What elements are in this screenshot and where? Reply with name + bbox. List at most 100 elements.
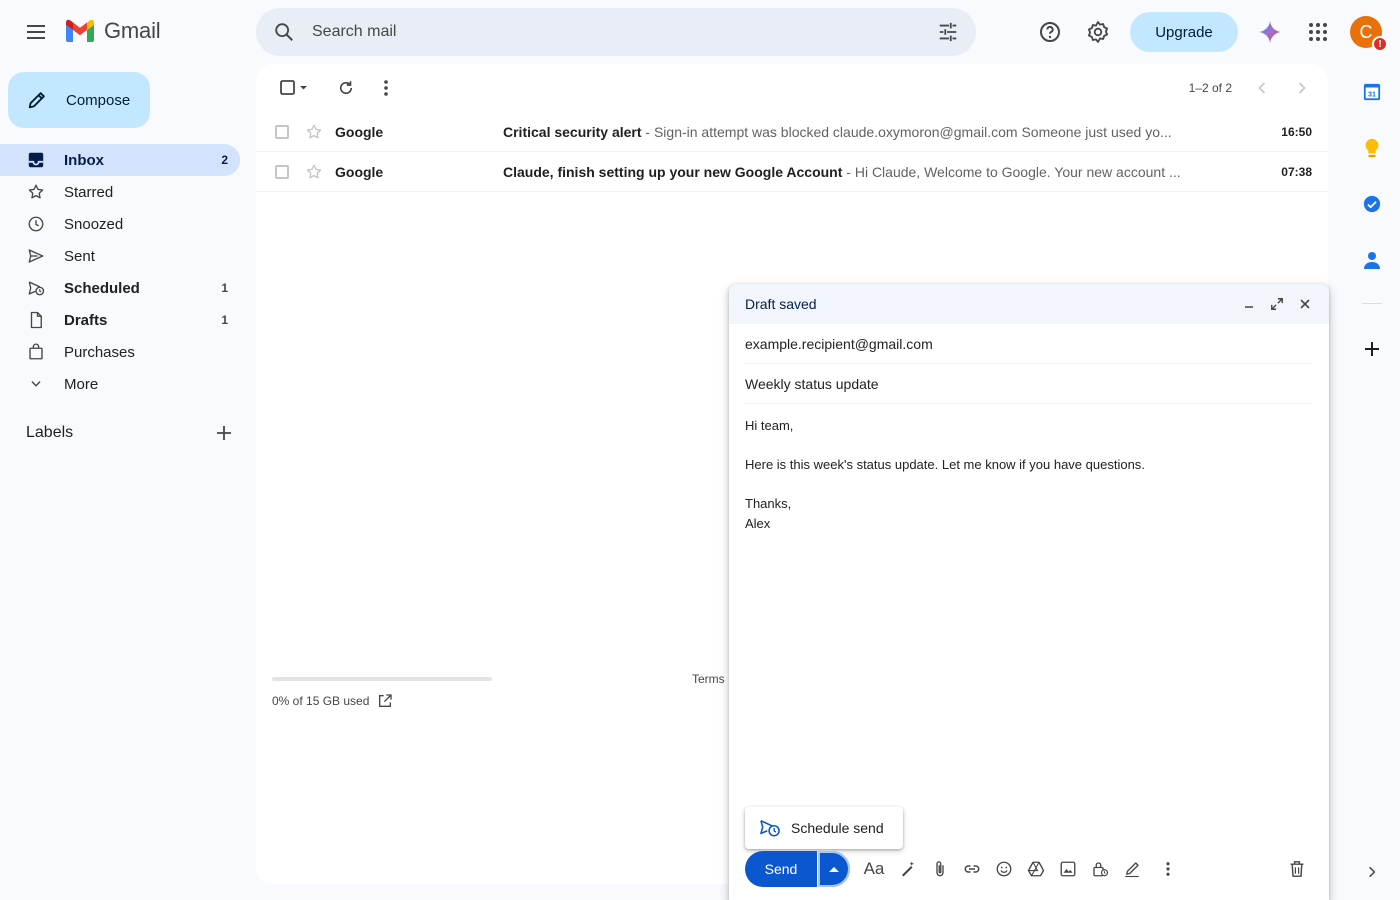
caret-up-icon [829, 866, 839, 872]
get-addons-button[interactable] [1356, 333, 1388, 365]
search-options-icon[interactable] [920, 21, 976, 43]
send-icon [26, 246, 46, 266]
email-subject: Critical security alert [503, 123, 642, 140]
item-count: 1 [221, 313, 228, 327]
help-icon [1038, 20, 1062, 44]
sidebar-item-starred[interactable]: Starred [0, 176, 240, 208]
insert-signature-icon[interactable] [1116, 853, 1148, 885]
send-button[interactable]: Send [745, 851, 817, 887]
body-line [745, 436, 1313, 456]
page-range: 1–2 of 2 [1188, 81, 1232, 95]
body-line [745, 475, 1313, 495]
pencil-icon [26, 89, 48, 111]
formatting-options-button[interactable]: Aa [856, 859, 892, 879]
pagination: 1–2 of 2 [1189, 64, 1312, 112]
main-menu-button[interactable] [12, 8, 60, 56]
keep-app-button[interactable] [1356, 132, 1388, 164]
insert-photo-icon[interactable] [1052, 853, 1084, 885]
attach-file-icon[interactable] [924, 853, 956, 885]
show-side-panel-button[interactable] [1356, 856, 1388, 888]
sidebar-item-more[interactable]: More [0, 368, 240, 400]
confidential-mode-icon[interactable] [1084, 853, 1116, 885]
schedule-send-menu-item[interactable]: Schedule send [745, 807, 903, 849]
scheduled-icon [26, 278, 46, 298]
account-avatar[interactable]: C ! [1350, 16, 1388, 52]
chevron-down-icon [26, 374, 46, 394]
row-checkbox[interactable] [275, 164, 289, 179]
sidebar-item-drafts[interactable]: Drafts 1 [0, 304, 240, 336]
search-bar[interactable] [256, 8, 976, 56]
compose-label: Compose [66, 91, 131, 109]
close-button[interactable] [1291, 290, 1319, 318]
upgrade-button[interactable]: Upgrade [1130, 12, 1238, 52]
sidebar-item-inbox[interactable]: Inbox 2 [0, 144, 240, 176]
google-apps-button[interactable] [1294, 8, 1342, 56]
settings-button[interactable] [1074, 8, 1122, 56]
insert-emoji-icon[interactable] [988, 853, 1020, 885]
message-body[interactable]: Hi team, Here is this week's status upda… [745, 416, 1313, 533]
recipients-field[interactable]: example.recipient@gmail.com [745, 324, 1313, 364]
sidebar-item-snoozed[interactable]: Snoozed [0, 208, 240, 240]
labels-heading: Labels [26, 424, 74, 441]
subject-field[interactable]: Weekly status update [745, 364, 1313, 404]
minimize-button[interactable] [1235, 290, 1263, 318]
send-options-button[interactable] [818, 851, 850, 887]
more-actions-button[interactable] [366, 72, 406, 104]
email-row[interactable]: Google Critical security alert - Sign-in… [256, 112, 1328, 152]
sidebar-item-label: Sent [64, 247, 95, 265]
sidebar-item-sent[interactable]: Sent [0, 240, 240, 272]
open-in-new-icon[interactable] [377, 693, 393, 709]
select-all-button[interactable] [274, 72, 314, 104]
inbox-icon [26, 150, 46, 170]
sidebar-item-label: Purchases [64, 343, 135, 361]
avatar-letter: C [1359, 21, 1373, 42]
terms-link[interactable]: Terms [692, 672, 725, 686]
create-label-button[interactable] [216, 425, 232, 441]
more-options-icon[interactable] [1152, 853, 1184, 885]
email-time: 16:50 [1281, 124, 1312, 139]
sidebar-item-label: Starred [64, 183, 114, 201]
help-me-write-button[interactable] [892, 853, 924, 885]
gemini-sparkle-icon [1258, 20, 1282, 44]
tasks-check-icon [1363, 195, 1381, 213]
discard-draft-icon[interactable] [1281, 853, 1313, 885]
gmail-logo[interactable]: Gmail [64, 18, 161, 44]
sidebar-item-label: More [64, 375, 99, 393]
google-drive-icon[interactable] [1020, 853, 1052, 885]
calendar-app-button[interactable]: 31 [1356, 76, 1388, 108]
tasks-app-button[interactable] [1356, 188, 1388, 220]
compose-window: Draft saved example.recipient@gmail.com … [729, 284, 1329, 900]
body-line: Alex [745, 515, 771, 531]
star-toggle[interactable] [305, 123, 323, 141]
row-checkbox[interactable] [275, 124, 289, 139]
email-snippet: - Hi Claude, Welcome to Google. Your new… [842, 163, 1181, 180]
next-page-button[interactable] [1292, 78, 1312, 98]
draft-icon [26, 310, 46, 330]
search-icon[interactable] [256, 21, 312, 43]
email-row[interactable]: Google Claude, finish setting up your ne… [256, 152, 1328, 192]
storage-bar [272, 677, 492, 681]
list-toolbar: 1–2 of 2 [256, 64, 1328, 112]
sidebar-item-scheduled[interactable]: Scheduled 1 [0, 272, 240, 304]
schedule-send-icon [759, 818, 781, 838]
compose-button[interactable]: Compose [8, 72, 150, 128]
insert-link-icon[interactable] [956, 853, 988, 885]
gemini-button[interactable] [1246, 8, 1294, 56]
rail-divider [1362, 303, 1382, 304]
compose-header[interactable]: Draft saved [729, 284, 1329, 324]
labels-section: Labels [26, 424, 240, 442]
search-input[interactable] [312, 23, 920, 41]
bag-icon [26, 342, 46, 362]
body-line: Here is this week's status update. Let m… [745, 457, 1145, 472]
star-toggle[interactable] [305, 163, 323, 181]
support-button[interactable] [1026, 8, 1074, 56]
email-preview: Critical security alert - Sign-in attemp… [503, 124, 1268, 140]
fullscreen-button[interactable] [1263, 290, 1291, 318]
gmail-m-icon [64, 19, 96, 43]
sidebar-item-purchases[interactable]: Purchases [0, 336, 240, 368]
contacts-app-button[interactable] [1356, 244, 1388, 276]
prev-page-button[interactable] [1252, 78, 1272, 98]
gmail-wordmark: Gmail [104, 18, 161, 43]
sidebar-item-label: Drafts [64, 311, 108, 329]
refresh-button[interactable] [326, 72, 366, 104]
